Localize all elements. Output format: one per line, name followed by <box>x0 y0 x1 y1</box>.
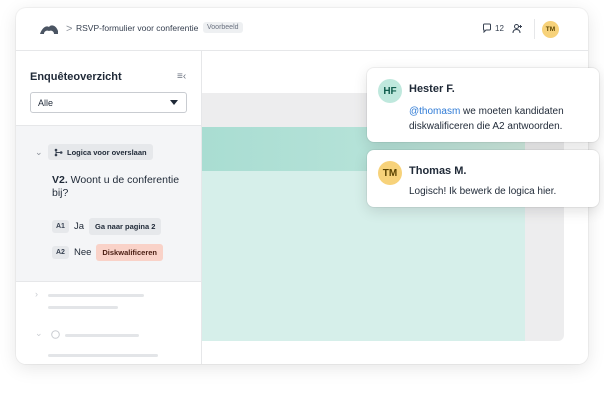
filter-select[interactable]: Alle <box>30 92 187 113</box>
sidebar-title: Enquêteoverzicht <box>30 71 122 83</box>
comments-button[interactable]: 12 <box>482 23 504 33</box>
answer-action-tag[interactable]: Ga naar pagina 2 <box>89 218 162 235</box>
placeholder-line <box>48 354 158 357</box>
answer-label: Nee <box>73 247 92 258</box>
comment-card[interactable]: HF Hester F. @thomasm we moeten kandidat… <box>367 68 599 142</box>
placeholder-line <box>65 334 139 337</box>
answer-row[interactable]: A2 Nee Diskwalificeren <box>52 244 163 261</box>
answer-label: Ja <box>73 221 84 232</box>
comment-icon <box>483 23 491 33</box>
chevron-down-icon[interactable]: ⌄ <box>35 328 43 339</box>
skip-logic-chip[interactable]: Logica voor overslaan <box>48 144 153 160</box>
filter-select-value: Alle <box>38 98 54 108</box>
question-block: ⌄ Logica voor overslaan V2. Woont u de c… <box>16 125 201 282</box>
breadcrumb-separator: > <box>66 23 73 35</box>
skip-logic-label: Logica voor overslaan <box>67 147 147 157</box>
comment-text-line2: diskwalificeren die A2 antwoorden. <box>409 121 563 132</box>
top-bar: > RSVP-formulier voor conferentie Voorbe… <box>16 8 588 51</box>
comment-author: Hester F. <box>409 83 455 95</box>
comment-text: Logisch! Ik bewerk de logica hier. <box>409 186 557 197</box>
avatar: HF <box>378 79 402 103</box>
topbar-divider <box>534 19 535 39</box>
help-icon <box>51 330 60 339</box>
preview-badge: Voorbeeld <box>203 22 243 33</box>
comment-author: Thomas M. <box>409 165 467 177</box>
branch-icon <box>54 148 63 156</box>
mention-link[interactable]: @thomasm <box>409 106 460 117</box>
answer-code: A2 <box>52 246 69 259</box>
user-avatar[interactable]: TM <box>542 21 559 38</box>
comment-text: @thomasm we moeten kandidaten diskwalifi… <box>409 104 564 134</box>
question-number: V2. <box>52 174 68 186</box>
comment-text-line1: we moeten kandidaten <box>460 106 564 117</box>
collapse-sidebar-icon[interactable]: ≡‹ <box>177 71 186 82</box>
survey-outline-sidebar: Enquêteoverzicht ≡‹ Alle ⌄ Logica voor o… <box>16 51 202 364</box>
avatar: TM <box>378 161 402 185</box>
add-user-icon[interactable] <box>512 23 523 34</box>
answer-code: A1 <box>52 220 69 233</box>
chevron-down-icon <box>170 100 178 105</box>
question-label: Woont u de conferentie bij? <box>52 174 180 199</box>
chevron-down-icon[interactable]: ⌄ <box>35 147 43 158</box>
placeholder-line <box>48 294 144 297</box>
chevron-right-icon[interactable]: › <box>35 289 38 299</box>
answer-row[interactable]: A1 Ja Ga naar pagina 2 <box>52 218 162 235</box>
comment-card[interactable]: TM Thomas M. Logisch! Ik bewerk de logic… <box>367 150 599 207</box>
survey-title[interactable]: RSVP-formulier voor conferentie <box>76 23 198 33</box>
answer-action-tag[interactable]: Diskwalificeren <box>96 244 163 261</box>
comment-count: 12 <box>495 23 504 33</box>
placeholder-line <box>48 306 118 309</box>
logo-icon[interactable] <box>38 21 60 37</box>
question-text[interactable]: V2. Woont u de conferentie bij? <box>52 174 192 200</box>
